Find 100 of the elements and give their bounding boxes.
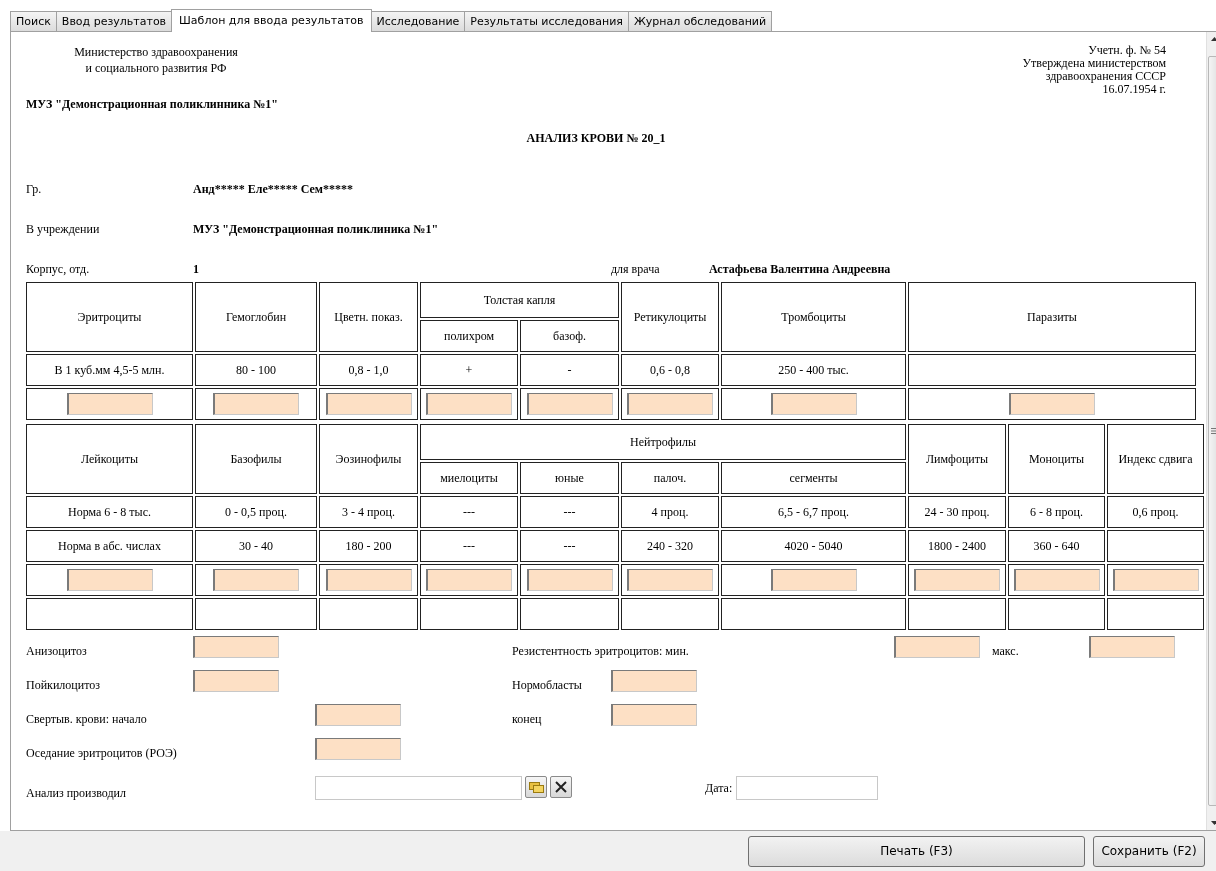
form-info-text: здравоохранения СССР [1045,70,1166,83]
tab[interactable]: Исследование [370,11,466,31]
input-field[interactable] [770,569,857,591]
folders-icon [528,781,544,793]
table-cell: 4020 - 5040 [721,530,906,562]
column-header: Цветн. показ. [319,282,418,352]
column-header: Базофилы [195,424,317,494]
input-field[interactable] [627,569,713,591]
input-field[interactable] [325,393,412,415]
input-field[interactable] [611,704,697,726]
column-header: Гемоглобин [195,282,317,352]
input-field[interactable] [193,670,279,692]
field-label: Анализ производил [26,787,127,800]
field-label: Корпус, отд. [26,261,91,278]
table-cell: Норма в абс. числах [26,530,193,562]
performer-field[interactable] [315,776,522,800]
table-cell: В 1 куб.мм 4,5-5 млн. [26,354,193,386]
column-header: Толстая капля [420,282,619,318]
field-label: В учреждении [26,221,101,238]
input-field[interactable] [315,704,401,726]
input-field[interactable] [526,569,613,591]
column-header: сегменты [721,462,906,494]
input-field[interactable] [213,393,299,415]
table-cell: 4 проц. [621,496,719,528]
form-info-text: 16.07.1954 г. [1102,83,1166,96]
column-header: Тромбоциты [721,282,906,352]
organization-name: МУЗ "Демонстрационная поликлинника №1" [26,96,279,113]
column-header: Нейтрофилы [420,424,906,460]
field-value: Анд***** Еле***** Сем***** [193,181,355,198]
field-label: конец [512,713,543,726]
input-field[interactable] [914,569,1000,591]
input-field[interactable] [66,569,153,591]
document-title: АНАЛИЗ КРОВИ № 20_1 [525,130,667,147]
grip-icon [1211,428,1216,434]
table-cell: 0,8 - 1,0 [319,354,418,386]
column-header: палоч. [621,462,719,494]
field-label: Резистентность эритроцитов: мин. [512,645,690,658]
form-info-text: Утверждена министерством [1022,57,1166,70]
table-cell: --- [520,530,619,562]
column-header: Эозинофилы [319,424,418,494]
input-field[interactable] [627,393,713,415]
table-cell: 0,6 - 0,8 [621,354,719,386]
input-field[interactable] [66,393,153,415]
input-field[interactable] [1009,393,1095,415]
field-label: Пойкилоцитоз [26,679,101,692]
input-field[interactable] [213,569,299,591]
table-cell: Норма 6 - 8 тыс. [26,496,193,528]
input-field[interactable] [325,569,412,591]
table-cell: 24 - 30 проц. [908,496,1006,528]
table-cell: - [520,354,619,386]
input-field[interactable] [193,636,279,658]
clear-button[interactable] [550,776,572,798]
lookup-button[interactable] [525,776,547,798]
tab[interactable]: Ввод результатов [55,11,173,31]
input-field[interactable] [426,393,512,415]
field-label: Свертыв. крови: начало [26,713,148,726]
input-field[interactable] [611,670,697,692]
tab[interactable]: Поиск [10,11,57,31]
ministry-text: Министерство здравоохранения [73,44,239,60]
print-button[interactable]: Печать (F3) [748,835,1085,867]
input-field[interactable] [426,569,512,591]
tab[interactable]: Результаты исследования [464,11,629,31]
input-field[interactable] [770,393,857,415]
field-label: для врача [611,261,661,278]
column-header: Паразиты [908,282,1196,352]
table-cell: 3 - 4 проц. [319,496,418,528]
table-cell: 180 - 200 [319,530,418,562]
table-cell: 240 - 320 [621,530,719,562]
column-header: Моноциты [1008,424,1105,494]
date-field[interactable] [736,776,879,800]
form-info-text: Учетн. ф. № 54 [1087,44,1166,57]
close-icon [554,780,568,794]
input-field[interactable] [1112,569,1199,591]
table-cell: 250 - 400 тыс. [721,354,906,386]
input-field[interactable] [526,393,613,415]
table-cell: 1800 - 2400 [908,530,1006,562]
tab[interactable]: Шаблон для ввода результатов [171,9,372,32]
tab[interactable]: Журнал обследований [627,11,773,31]
field-label: Дата: [705,780,733,797]
input-field[interactable] [1089,636,1175,658]
input-field[interactable] [1013,569,1100,591]
column-header: миелоциты [420,462,518,494]
field-label: Оседание эритроцитов (РОЭ) [26,747,178,760]
column-header: Индекс сдвига [1107,424,1204,494]
column-header: Лимфоциты [908,424,1006,494]
field-label: Гр. [26,181,43,198]
input-field[interactable] [315,738,401,760]
ministry-text: и социального развития РФ [84,60,228,76]
column-header: полихром [420,320,518,352]
column-header: Эритроциты [26,282,193,352]
table-cell: --- [420,496,518,528]
save-button[interactable]: Сохранить (F2) [1093,835,1205,867]
table-cell: --- [520,496,619,528]
table-cell: 6 - 8 проц. [1008,496,1105,528]
input-field[interactable] [894,636,980,658]
column-header: Лейкоциты [26,424,193,494]
field-value: 1 [193,261,200,278]
table-cell: 360 - 640 [1008,530,1105,562]
field-value: МУЗ "Демонстрационная поликлиника №1" [193,221,440,238]
table-cell: 80 - 100 [195,354,317,386]
